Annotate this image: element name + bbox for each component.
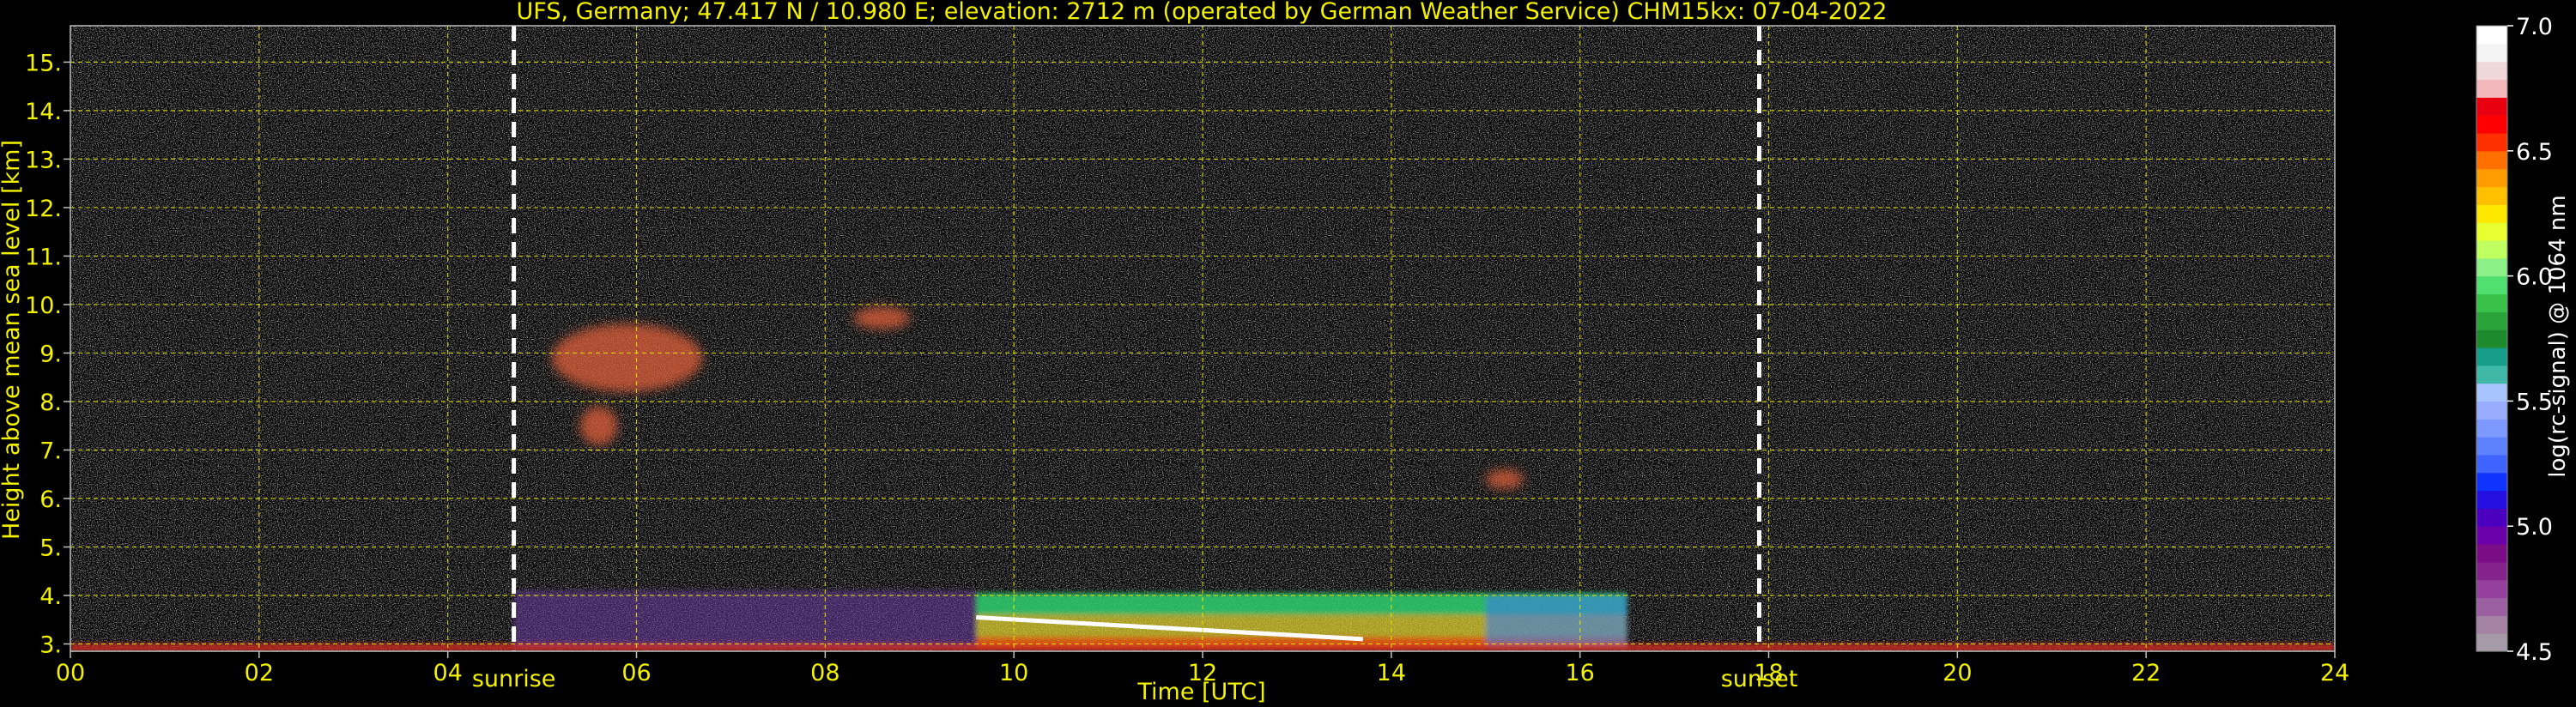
colorbar-segment-16 xyxy=(2476,347,2507,366)
y-tick-label-11: 14. xyxy=(25,99,62,125)
night-signal-evening xyxy=(1759,26,2335,651)
colorbar-segment-28 xyxy=(2476,132,2507,152)
colorbar-segment-12 xyxy=(2476,419,2507,438)
x-tick-label-10: 20 xyxy=(1943,660,1972,686)
colorbar-segment-24 xyxy=(2476,204,2507,223)
colorbar-tick-label-1: 5.0 xyxy=(2516,514,2553,541)
x-tick-label-11: 22 xyxy=(2131,660,2161,686)
x-tick-label-1: 02 xyxy=(245,660,274,686)
colorbar-segment-11 xyxy=(2476,437,2507,456)
colorbar-segment-19 xyxy=(2476,293,2507,312)
colorbar-segment-0 xyxy=(2476,633,2507,652)
y-tick-label-2: 5. xyxy=(39,535,62,562)
colorbar-segment-10 xyxy=(2476,454,2507,474)
colorbar-segment-17 xyxy=(2476,329,2507,348)
colorbar-segment-8 xyxy=(2476,490,2507,509)
x-tick-label-8: 16 xyxy=(1565,660,1594,686)
y-tick-label-10: 13. xyxy=(25,147,62,173)
x-tick-label-0: 00 xyxy=(56,660,85,686)
colorbar-segment-6 xyxy=(2476,526,2507,545)
colorbar-segment-21 xyxy=(2476,257,2507,277)
cloud-layer-2 xyxy=(853,306,911,329)
colorbar-segment-30 xyxy=(2476,97,2507,116)
colorbar-segment-1 xyxy=(2476,615,2507,634)
y-tick-label-4: 7. xyxy=(39,438,62,464)
colorbar-tick-label-0: 4.5 xyxy=(2516,639,2553,666)
colorbar-segment-15 xyxy=(2476,365,2507,384)
colorbar-segment-32 xyxy=(2476,61,2507,81)
colorbar-tick-label-4: 6.5 xyxy=(2516,139,2553,166)
cloud-layer-3 xyxy=(1485,469,1524,489)
colorbar-label: log(rc-signal) @ 1064 nm xyxy=(2545,195,2571,477)
colorbar-segment-29 xyxy=(2476,115,2507,134)
lidar-backscatter-chart: sunrise sunset 00 02 04 06 08 10 12 14 16 18 20 22 24… xyxy=(0,0,2571,705)
y-tick-label-0: 3. xyxy=(39,632,62,659)
cloud-layer-0 xyxy=(551,323,703,392)
colorbar-segment-22 xyxy=(2476,239,2507,259)
colorbar-segment-18 xyxy=(2476,311,2507,330)
y-axis-label: Height above mean sea level [km] xyxy=(0,140,25,540)
day-signal-noon xyxy=(976,26,1609,651)
colorbar-segment-9 xyxy=(2476,472,2507,492)
aerosol-morning xyxy=(513,590,977,651)
chart-title: UFS, Germany; 47.417 N / 10.980 E; eleva… xyxy=(517,0,1888,25)
colorbar-segment-26 xyxy=(2476,168,2507,188)
colorbar-segment-25 xyxy=(2476,186,2507,205)
y-tick-label-12: 15. xyxy=(25,50,62,76)
y-tick-label-9: 12. xyxy=(25,196,62,222)
y-tick-label-7: 10. xyxy=(25,293,62,319)
colorbar-segment-4 xyxy=(2476,561,2507,581)
y-tick-label-3: 6. xyxy=(39,486,62,513)
colorbar: 4.55.05.56.06.57.0 xyxy=(2476,14,2553,666)
cloud-layer-1 xyxy=(579,406,618,445)
aerosol-afternoon xyxy=(1485,595,1627,651)
colorbar-segment-14 xyxy=(2476,383,2507,402)
colorbar-segment-13 xyxy=(2476,401,2507,420)
x-tick-label-2: 04 xyxy=(433,660,462,686)
marker-label-sunrise: sunrise xyxy=(472,666,556,692)
y-tick-label-6: 9. xyxy=(39,341,62,367)
colorbar-segment-27 xyxy=(2476,150,2507,170)
y-tick-label-8: 11. xyxy=(25,244,62,270)
day-signal-afternoon xyxy=(1608,26,1760,651)
colorbar-segment-23 xyxy=(2476,222,2507,241)
colorbar-segment-3 xyxy=(2476,579,2507,599)
x-tick-label-12: 24 xyxy=(2320,660,2349,686)
x-tick-label-4: 08 xyxy=(810,660,839,686)
y-tick-label-1: 4. xyxy=(39,583,62,610)
colorbar-segment-7 xyxy=(2476,508,2507,527)
colorbar-segment-34 xyxy=(2476,26,2507,45)
x-tick-label-3: 06 xyxy=(621,660,651,686)
colorbar-segment-33 xyxy=(2476,43,2507,63)
x-tick-label-9: 18 xyxy=(1754,660,1783,686)
colorbar-segment-31 xyxy=(2476,79,2507,98)
x-tick-label-5: 10 xyxy=(999,660,1028,686)
colorbar-tick-label-5: 7.0 xyxy=(2516,14,2553,40)
y-tick-label-5: 8. xyxy=(39,390,62,416)
colorbar-segment-5 xyxy=(2476,544,2507,563)
colorbar-segment-2 xyxy=(2476,597,2507,616)
colorbar-segment-20 xyxy=(2476,275,2507,295)
x-tick-label-7: 14 xyxy=(1377,660,1406,686)
x-axis-label: Time [UTC] xyxy=(1136,679,1265,705)
